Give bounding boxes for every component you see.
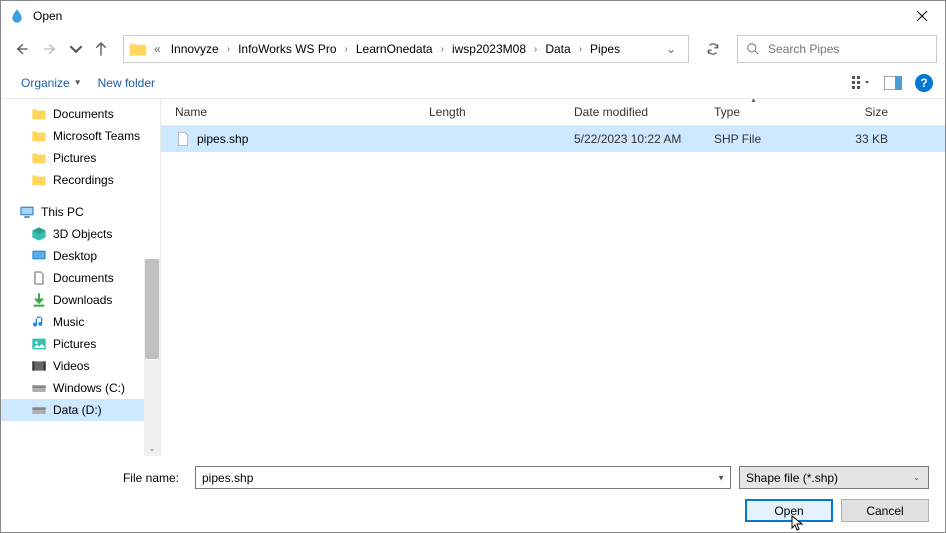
tree-item-videos[interactable]: Videos — [1, 355, 160, 377]
app-icon — [9, 8, 25, 24]
tree-item-music[interactable]: Music — [1, 311, 160, 333]
tree-item-downloads[interactable]: Downloads — [1, 289, 160, 311]
tree-item-drive-d[interactable]: Data (D:) — [1, 399, 160, 421]
forward-button[interactable] — [39, 37, 63, 61]
crumb-4[interactable]: Data — [539, 38, 576, 60]
chevron-right-icon[interactable]: › — [577, 44, 584, 55]
toolbar: Organize ▼ New folder ? — [1, 67, 945, 99]
scroll-down-icon[interactable]: ⌄ — [144, 440, 160, 456]
crumb-1[interactable]: InfoWorks WS Pro — [232, 38, 342, 60]
breadcrumb-overflow[interactable]: « — [150, 42, 165, 56]
file-row[interactable]: pipes.shp 5/22/2023 10:22 AM SHP File 33… — [161, 126, 945, 152]
documents-icon — [31, 270, 47, 286]
column-headers: Name Length Date modified ▲Type Size — [161, 99, 945, 126]
tree-item-teams[interactable]: Microsoft Teams — [1, 125, 160, 147]
sort-asc-icon: ▲ — [750, 99, 757, 104]
folder-icon — [31, 106, 47, 122]
recent-dropdown[interactable] — [69, 37, 83, 61]
crumb-3[interactable]: iwsp2023M08 — [446, 38, 532, 60]
desktop-icon — [31, 248, 47, 264]
search-box[interactable] — [737, 35, 937, 63]
file-list[interactable]: pipes.shp 5/22/2023 10:22 AM SHP File 33… — [161, 126, 945, 456]
filename-input[interactable] — [195, 466, 731, 489]
tree-item-documents[interactable]: Documents — [1, 103, 160, 125]
chevron-down-icon: ⌄ — [913, 473, 920, 482]
help-button[interactable]: ? — [915, 74, 933, 92]
col-size[interactable]: Size — [801, 99, 896, 125]
col-type[interactable]: ▲Type — [706, 99, 801, 125]
col-length[interactable]: Length — [421, 99, 566, 125]
arrow-up-icon — [93, 41, 109, 57]
dialog-footer: File name: ▼ Shape file (*.shp) ⌄ Open C… — [1, 456, 945, 532]
navigation-tree[interactable]: Documents Microsoft Teams Pictures Recor… — [1, 99, 161, 456]
back-button[interactable] — [9, 37, 33, 61]
new-folder-button[interactable]: New folder — [90, 72, 163, 94]
videos-icon — [31, 358, 47, 374]
preview-pane-icon — [884, 76, 902, 90]
chevron-right-icon[interactable]: › — [225, 44, 232, 55]
crumb-0[interactable]: Innovyze — [165, 38, 225, 60]
nav-bar: « Innovyze › InfoWorks WS Pro › LearnOne… — [1, 31, 945, 67]
computer-icon — [19, 204, 35, 220]
chevron-right-icon[interactable]: › — [439, 44, 446, 55]
window-title: Open — [33, 9, 899, 23]
pictures-icon — [31, 336, 47, 352]
help-icon: ? — [920, 76, 927, 90]
tree-item-documents[interactable]: Documents — [1, 267, 160, 289]
scrollbar-thumb[interactable] — [145, 259, 159, 359]
col-name[interactable]: Name — [161, 99, 421, 125]
music-icon — [31, 314, 47, 330]
close-icon — [916, 10, 928, 22]
breadcrumb: « Innovyze › InfoWorks WS Pro › LearnOne… — [150, 38, 658, 60]
open-button[interactable]: Open — [745, 499, 833, 522]
chevron-right-icon[interactable]: › — [532, 44, 539, 55]
folder-icon — [31, 128, 47, 144]
arrow-left-icon — [13, 41, 29, 57]
view-options-button[interactable] — [851, 73, 871, 93]
downloads-icon — [31, 292, 47, 308]
col-date[interactable]: Date modified — [566, 99, 706, 125]
address-bar[interactable]: « Innovyze › InfoWorks WS Pro › LearnOne… — [123, 35, 689, 63]
address-history-dropdown[interactable]: ⌄ — [658, 42, 684, 56]
3d-icon — [31, 226, 47, 242]
sidebar-scrollbar[interactable]: ⌄ — [144, 259, 160, 456]
arrow-right-icon — [43, 41, 59, 57]
tree-item-desktop[interactable]: Desktop — [1, 245, 160, 267]
drive-icon — [31, 380, 47, 396]
refresh-button[interactable] — [699, 35, 727, 63]
view-list-icon — [852, 76, 870, 90]
tree-item-pictures[interactable]: Pictures — [1, 333, 160, 355]
tree-item-3dobjects[interactable]: 3D Objects — [1, 223, 160, 245]
cancel-button[interactable]: Cancel — [841, 499, 929, 522]
close-button[interactable] — [899, 1, 945, 31]
drive-icon — [31, 402, 47, 418]
tree-item-recordings[interactable]: Recordings — [1, 169, 160, 191]
search-icon — [746, 42, 760, 56]
tree-item-drive-c[interactable]: Windows (C:) — [1, 377, 160, 399]
dropdown-icon: ▼ — [74, 78, 82, 87]
tree-item-thispc[interactable]: This PC — [1, 201, 160, 223]
crumb-5[interactable]: Pipes — [584, 38, 626, 60]
tree-item-pictures[interactable]: Pictures — [1, 147, 160, 169]
chevron-right-icon[interactable]: › — [343, 44, 350, 55]
organize-button[interactable]: Organize ▼ — [13, 72, 90, 94]
filetype-select[interactable]: Shape file (*.shp) ⌄ — [739, 466, 929, 489]
preview-pane-button[interactable] — [883, 73, 903, 93]
file-icon — [175, 131, 191, 147]
filename-label: File name: — [17, 471, 187, 485]
crumb-2[interactable]: LearnOnedata — [350, 38, 439, 60]
titlebar: Open — [1, 1, 945, 31]
folder-icon — [31, 150, 47, 166]
folder-icon — [128, 39, 148, 59]
refresh-icon — [706, 42, 720, 56]
chevron-down-icon — [69, 41, 83, 57]
search-input[interactable] — [768, 42, 928, 56]
folder-icon — [31, 172, 47, 188]
up-button[interactable] — [89, 37, 113, 61]
cursor-icon — [791, 515, 805, 533]
